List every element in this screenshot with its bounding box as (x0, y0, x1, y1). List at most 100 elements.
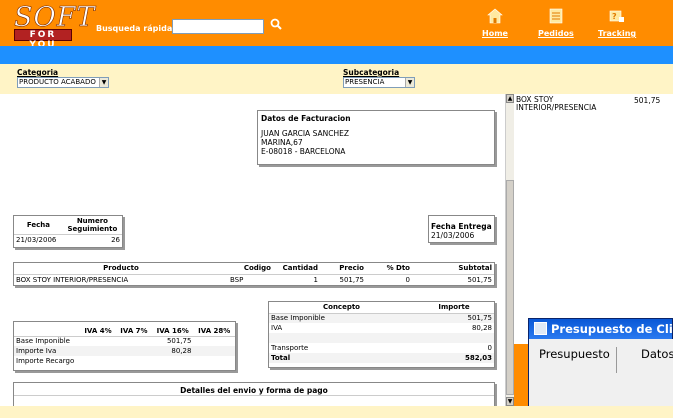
col-importe: Importe (438, 303, 470, 312)
billing-street: MARINA,67 (261, 138, 303, 147)
concept-value: 501,75 (467, 314, 493, 323)
window-app-icon (534, 322, 547, 335)
subcategoria-value: PRESENCIA (345, 78, 385, 86)
concept-value: 0 (487, 344, 492, 352)
col-iva16: IVA 16% (156, 326, 189, 335)
col-iva4: IVA 4% (84, 326, 112, 335)
subcategoria-select[interactable]: PRESENCIA ▼ (343, 77, 415, 88)
categoria-select[interactable]: PRODUCTO ACABADO ▼ (17, 77, 109, 88)
side-summary-panel: BOX STOY INTERIOR/PRESENCIA 501,75 (514, 94, 673, 344)
tab-datos-label: Datos (641, 347, 673, 361)
product-qty: 1 (313, 275, 318, 284)
tax-iva16-value: 80,28 (171, 347, 192, 355)
scroll-down-arrow-icon[interactable]: ▼ (506, 397, 514, 406)
tab-datos[interactable]: Datos (641, 347, 673, 361)
order-info-box: Fecha Numero Seguimiento 21/03/2006 26 (13, 215, 123, 248)
header-bar: SOFT FOR YOU Busqueda rápida Home Pedido… (0, 0, 673, 50)
main-scrollbar[interactable]: ▲ ▼ (505, 94, 514, 406)
orange-side-strip (514, 344, 528, 406)
table-row: Total 582,03 (269, 353, 494, 363)
order-detail-panel: Datos de Facturacion JUAN GARCIA SANCHEZ… (0, 94, 505, 406)
side-item-line2: INTERIOR/PRESENCIA (516, 103, 597, 112)
table-row[interactable]: BOX STOY INTERIOR/PRESENCIA BSP 1 501,75… (14, 274, 494, 285)
bottom-bar (0, 406, 673, 418)
quick-search-input[interactable] (172, 19, 264, 34)
search-icon[interactable] (268, 17, 284, 33)
col-producto: Producto (103, 264, 139, 273)
concept-label: Base Imponible (271, 314, 325, 323)
tax-iva16-value: 501,75 (166, 337, 192, 346)
tax-row-label: Importe Iva (16, 347, 57, 355)
concept-total-label: Total (271, 354, 291, 362)
table-row: Transporte 0 (269, 343, 494, 353)
billing-title: Datos de Facturacion (261, 114, 351, 123)
filter-bar: Categoria PRODUCTO ACABADO ▼ Subcategori… (0, 64, 673, 94)
home-icon (487, 8, 503, 24)
tracking-icon: ? (609, 10, 625, 22)
scrollbar-thumb[interactable] (506, 180, 514, 395)
nav-tracking[interactable]: ? Tracking (598, 8, 636, 38)
product-subtotal: 501,75 (467, 275, 493, 284)
svg-text:?: ? (612, 12, 617, 21)
delivery-box: Fecha Entrega 21/03/2006 (428, 215, 495, 243)
tax-table: IVA 4% IVA 7% IVA 16% IVA 28% Base Impon… (13, 321, 236, 371)
concept-label: IVA (271, 324, 283, 332)
products-table: Producto Codigo Cantidad Precio % Dto Su… (13, 262, 495, 286)
product-name: BOX STOY INTERIOR/PRESENCIA (16, 275, 129, 284)
window-tab-strip: Presupuesto Datos (529, 339, 673, 407)
delivery-label: Fecha Entrega (431, 222, 492, 231)
categoria-value: PRODUCTO ACABADO (19, 78, 96, 86)
tab-presupuesto-label: Presupuesto (539, 347, 610, 361)
col-dto: % Dto (386, 264, 410, 273)
orders-icon (549, 8, 563, 24)
concept-label (269, 333, 414, 343)
col-iva28: IVA 28% (198, 326, 231, 335)
delivery-value: 21/03/2006 (431, 231, 475, 240)
col-subtotal: Subtotal (458, 264, 492, 273)
shipping-box: Detalles del envio y forma de pago (13, 382, 495, 406)
billing-name: JUAN GARCIA SANCHEZ (261, 129, 349, 138)
numero-value: 26 (62, 233, 122, 245)
soft-for-you-logo[interactable]: SOFT FOR YOU (12, 2, 95, 50)
tax-row-label: Importe Recargo (16, 357, 75, 365)
side-item-name: BOX STOY INTERIOR/PRESENCIA (516, 96, 596, 112)
col-precio: Precio (339, 264, 364, 273)
nav-home[interactable]: Home (482, 8, 508, 38)
subcategoria-label: Subcategoria (343, 68, 400, 77)
fecha-value: 21/03/2006 (14, 233, 63, 245)
chevron-down-icon: ▼ (99, 78, 108, 87)
search-label: Busqueda rápida (96, 24, 173, 33)
shipping-title: Detalles del envio y forma de pago (14, 383, 494, 396)
blue-divider-bar (0, 46, 673, 64)
col-codigo: Codigo (243, 264, 271, 273)
nav-home-label: Home (482, 29, 508, 38)
tab-presupuesto[interactable]: Presupuesto (539, 347, 617, 373)
concept-label: Transporte (271, 344, 309, 352)
billing-box: Datos de Facturacion JUAN GARCIA SANCHEZ… (257, 110, 495, 165)
categoria-label: Categoria (17, 68, 59, 77)
window-titlebar[interactable]: Presupuesto de Cli (529, 319, 672, 339)
col-concepto: Concepto (323, 303, 360, 312)
table-row: Base Imponible 501,75 (269, 313, 494, 323)
table-row: IVA 80,28 (269, 323, 494, 333)
presupuesto-window[interactable]: Presupuesto de Cli Presupuesto Datos (528, 318, 673, 407)
tax-iva16-value (152, 356, 194, 366)
nav-pedidos-label: Pedidos (538, 29, 574, 38)
table-row: Base Imponible 501,75 (14, 336, 235, 346)
logo-subtext: FOR YOU (14, 29, 72, 50)
table-row (269, 333, 494, 343)
concept-value (414, 333, 494, 343)
scroll-up-arrow-icon[interactable]: ▲ (506, 94, 514, 103)
nav-tracking-label: Tracking (598, 29, 637, 38)
billing-city: E-08018 - BARCELONA (261, 147, 346, 156)
col-iva7: IVA 7% (120, 326, 148, 335)
numero-header-1: Numero (76, 216, 108, 225)
table-row: Importe Iva 80,28 (14, 346, 235, 356)
concept-total-value: 582,03 (464, 354, 492, 362)
product-discount: 0 (405, 275, 410, 284)
numero-header-2: Seguimiento (67, 224, 118, 233)
table-row: Importe Recargo (14, 356, 235, 366)
nav-pedidos[interactable]: Pedidos (538, 8, 574, 38)
concepts-table: Concepto Importe Base Imponible 501,75 I… (268, 301, 495, 368)
side-item-value: 501,75 (634, 96, 661, 105)
